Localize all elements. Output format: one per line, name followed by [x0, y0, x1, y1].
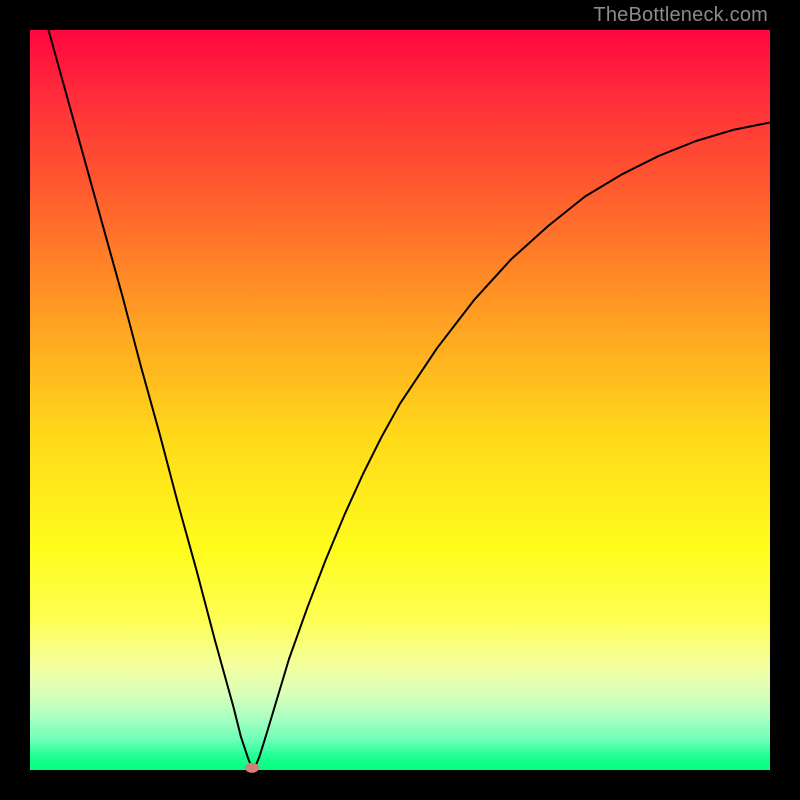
attribution-label: TheBottleneck.com	[593, 4, 768, 27]
chart-svg	[30, 30, 770, 770]
minimum-marker	[245, 763, 259, 773]
bottleneck-curve	[30, 0, 770, 768]
chart-frame: TheBottleneck.com	[0, 0, 800, 800]
plot-area	[30, 30, 770, 770]
